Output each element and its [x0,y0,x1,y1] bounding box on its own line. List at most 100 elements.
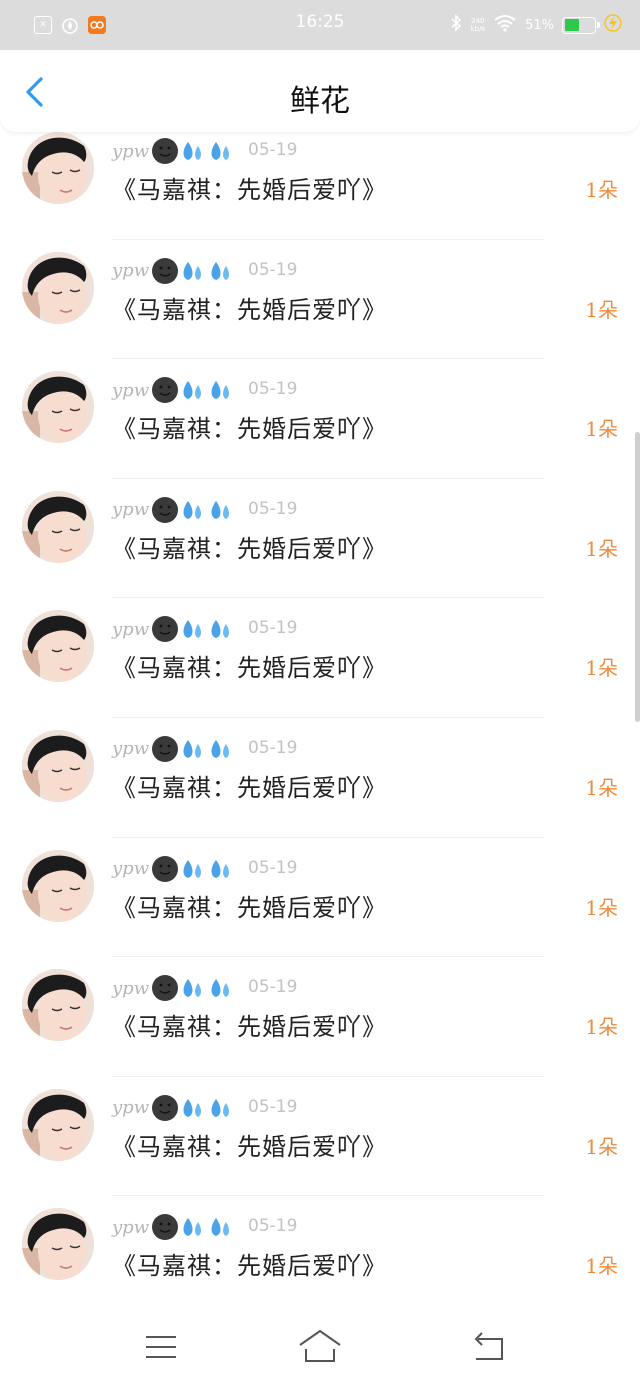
avatar-portrait [22,969,94,1042]
meta-row: ypw [112,136,236,166]
username[interactable]: ypw [112,738,149,759]
avatar-portrait [22,610,94,683]
scrollbar[interactable] [635,432,640,722]
avatar[interactable] [22,610,94,683]
sweat-drops-icon [180,736,236,762]
sweat-drops-icon [180,497,236,523]
dark-smile-emoji-icon [152,1214,179,1241]
status-time: 16:25 [295,12,345,32]
gift-title: 《马嘉祺：先婚后爱吖》 [112,415,387,444]
sweat-drops-icon [180,1095,236,1121]
home-button[interactable] [296,1327,344,1367]
sweat-drops-icon [180,975,236,1001]
meta-row: ypw [112,614,236,644]
dark-smile-emoji-icon [152,496,179,523]
username[interactable]: ypw [112,1217,149,1238]
list-item[interactable]: ypw 05-19 《马嘉祺：先婚后爱吖》 1朵 [0,479,640,599]
username[interactable]: ypw [112,1097,149,1118]
username[interactable]: ypw [112,978,149,999]
battery-level [564,19,580,31]
avatar[interactable] [22,132,94,204]
avatar[interactable] [22,729,94,802]
avatar-portrait [22,490,94,563]
username[interactable]: ypw [112,141,149,162]
list-item[interactable]: ypw 05-19 《马嘉祺：先婚后爱吖》 1朵 [0,957,640,1077]
meta-row: ypw [112,854,236,884]
return-icon [474,1332,503,1360]
flower-count: 1朵 [585,1134,618,1159]
avatar[interactable] [22,969,94,1042]
meta-row: ypw [112,375,236,405]
meta-row: ypw [112,973,236,1003]
avatar[interactable] [22,371,94,444]
status-bar: ✕ 16:25 240 kb/s 51% [0,0,640,50]
gift-date: 05-19 [248,498,298,519]
list-item[interactable]: ypw 05-19 《马嘉祺：先婚后爱吖》 1朵 [0,359,640,479]
avatar[interactable] [22,490,94,563]
dark-smile-emoji-icon [152,616,179,643]
gift-date: 05-19 [248,737,298,758]
gift-title: 《马嘉祺：先婚后爱吖》 [112,295,387,324]
system-nav-bar [0,1305,640,1387]
avatar[interactable] [22,849,94,922]
list-item[interactable]: ypw 05-19 《马嘉祺：先婚后爱吖》 1朵 [0,1196,640,1316]
menu-icon [146,1336,176,1358]
username[interactable]: ypw [112,499,149,520]
flower-count: 1朵 [585,1254,618,1279]
meta-row: ypw [112,495,236,525]
gift-title: 《马嘉祺：先婚后爱吖》 [112,773,387,802]
battery-icon [562,16,600,34]
gift-title: 《马嘉祺：先婚后爱吖》 [112,1252,387,1281]
gift-date: 05-19 [248,259,298,280]
sweat-drops-icon [180,258,236,284]
avatar-portrait [22,1208,94,1281]
dark-smile-emoji-icon [152,1094,179,1121]
menu-button[interactable] [136,1327,184,1367]
list-item[interactable]: ypw 05-19 《马嘉祺：先婚后爱吖》 1朵 [0,120,640,240]
dark-smile-emoji-icon [152,377,179,404]
avatar[interactable] [22,1208,94,1281]
page-title: 鲜花 [290,84,350,119]
return-button[interactable] [464,1327,512,1367]
list-item[interactable]: ypw 05-19 《马嘉祺：先婚后爱吖》 1朵 [0,718,640,838]
flower-count: 1朵 [585,178,618,202]
flower-count: 1朵 [585,536,618,561]
sweat-drops-icon [180,138,236,164]
dark-smile-emoji-icon [152,975,179,1002]
username[interactable]: ypw [112,380,149,401]
meta-row: ypw [112,256,236,286]
gift-date: 05-19 [248,1096,298,1117]
gift-date: 05-19 [248,140,298,160]
avatar[interactable] [22,251,94,324]
avatar-portrait [22,251,94,324]
gift-title: 《马嘉祺：先婚后爱吖》 [112,654,387,683]
gift-date: 05-19 [248,379,298,400]
sweat-drops-icon [180,616,236,642]
flower-count: 1朵 [585,1015,618,1040]
flower-gift-list[interactable]: ypw 05-19 《马嘉祺：先婚后爱吖》 1朵 ypw 05-19 《马嘉祺：… [0,120,640,1316]
list-item[interactable]: ypw 05-19 《马嘉祺：先婚后爱吖》 1朵 [0,838,640,958]
gift-date: 05-19 [248,618,298,639]
sweat-drops-icon [180,1214,236,1240]
gift-title: 《马嘉祺：先婚后爱吖》 [112,534,387,563]
username[interactable]: ypw [112,260,149,281]
list-item[interactable]: ypw 05-19 《马嘉祺：先婚后爱吖》 1朵 [0,1077,640,1197]
gift-date: 05-19 [248,977,298,998]
avatar-portrait [22,371,94,444]
gift-title: 《马嘉祺：先婚后爱吖》 [112,1013,387,1042]
flower-count: 1朵 [585,895,618,920]
dark-smile-emoji-icon [152,257,179,284]
list-item[interactable]: ypw 05-19 《马嘉祺：先婚后爱吖》 1朵 [0,240,640,360]
gift-title: 《马嘉祺：先婚后爱吖》 [112,176,387,204]
username[interactable]: ypw [112,858,149,879]
avatar[interactable] [22,1088,94,1161]
home-icon [299,1329,341,1362]
flower-count: 1朵 [585,775,618,800]
meta-row: ypw [112,734,236,764]
username[interactable]: ypw [112,619,149,640]
list-item[interactable]: ypw 05-19 《马嘉祺：先婚后爱吖》 1朵 [0,598,640,718]
dark-smile-emoji-icon [152,855,179,882]
avatar-portrait [22,132,94,204]
meta-row: ypw [112,1093,236,1123]
gift-date: 05-19 [248,1216,298,1237]
